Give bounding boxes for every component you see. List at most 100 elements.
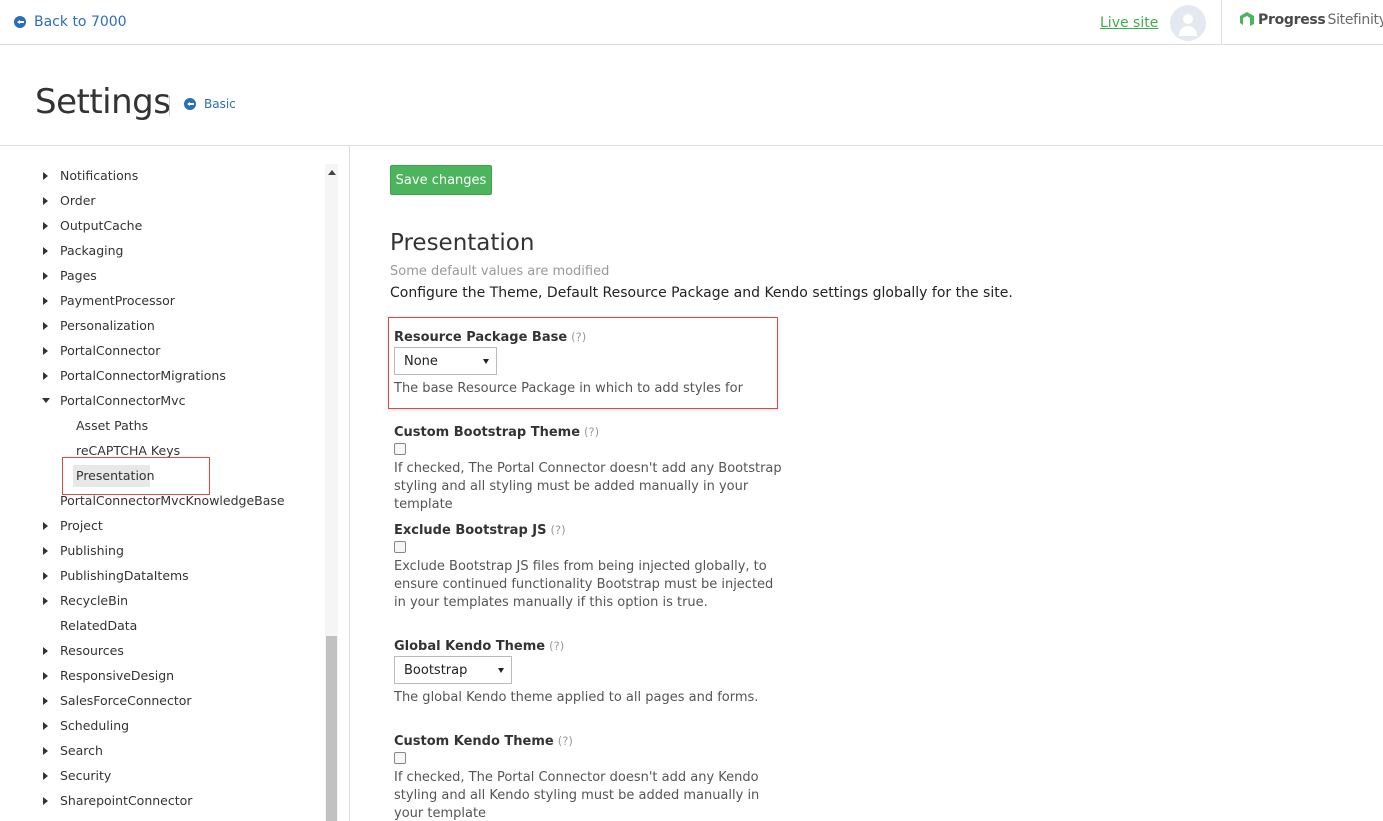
sidebar-tree-item-label: PortalConnectorMvc — [60, 393, 186, 408]
help-link[interactable]: (?) — [550, 523, 565, 537]
caret-right-icon[interactable] — [43, 196, 48, 205]
sidebar-tree-item[interactable]: Packaging — [0, 238, 320, 263]
user-avatar[interactable] — [1170, 5, 1206, 41]
caret-right-icon[interactable] — [43, 221, 48, 230]
sidebar-tree-item-label: Search — [60, 743, 103, 758]
back-link-label: Back to 7000 — [34, 14, 127, 30]
section-title: Presentation — [390, 230, 535, 256]
caret-right-icon[interactable] — [43, 371, 48, 380]
sidebar-tree-item-label: OutputCache — [60, 218, 143, 233]
help-link[interactable]: (?) — [584, 425, 599, 439]
field-label-text: Resource Package Base — [394, 330, 568, 345]
sidebar-tree-item[interactable]: RecycleBin — [0, 588, 320, 613]
back-link[interactable]: Back to 7000 — [14, 14, 127, 30]
sidebar-tree-item[interactable]: Notifications — [0, 163, 320, 188]
sidebar-tree-item[interactable]: PortalConnectorMigrations — [0, 363, 320, 388]
custom-kendo-theme-checkbox[interactable] — [394, 752, 406, 764]
custom-bootstrap-label: Custom Bootstrap Theme (?) — [394, 425, 599, 440]
sidebar-tree-item[interactable]: Scheduling — [0, 713, 320, 738]
sidebar-tree-item[interactable]: Project — [0, 513, 320, 538]
sidebar-tree-item[interactable]: PortalConnector — [0, 338, 320, 363]
user-icon-head — [1183, 14, 1193, 24]
caret-right-icon[interactable] — [43, 596, 48, 605]
resource-package-label: Resource Package Base (?) — [394, 330, 586, 345]
sidebar-tree-item-label: PortalConnector — [60, 343, 161, 358]
sidebar-tree-item[interactable]: Publishing — [0, 538, 320, 563]
sidebar-tree-item-label: Packaging — [60, 243, 124, 258]
settings-tree-sidebar: SharepointConnector Security Search Schedul… — [0, 146, 350, 821]
sidebar-tree-item[interactable]: Pages — [0, 263, 320, 288]
sidebar-tree-item[interactable]: Order — [0, 188, 320, 213]
sidebar-tree-item-label: RecycleBin — [60, 593, 129, 608]
sidebar-tree-item[interactable]: Resources — [0, 638, 320, 663]
sidebar-tree-item-label: PortalConnectorMigrations — [60, 368, 226, 383]
sidebar-tree-item[interactable]: Security — [0, 763, 320, 788]
caret-right-icon[interactable] — [43, 796, 48, 805]
save-changes-button[interactable]: Save changes — [390, 165, 492, 195]
sidebar-tree-item-label: reCAPTCHA Keys — [76, 443, 181, 458]
chevron-down-icon — [498, 668, 504, 673]
sidebar-tree-item-label: PortalConnectorMvcKnowledgeBase — [60, 493, 285, 508]
resource-package-select[interactable]: None — [394, 347, 497, 375]
caret-right-icon[interactable] — [43, 321, 48, 330]
sidebar-tree-item-label: Security — [60, 768, 112, 783]
sidebar-tree-item-label: RelatedData — [60, 618, 138, 633]
exclude-bootstrap-js-label: Exclude Bootstrap JS (?) — [394, 523, 566, 538]
caret-right-icon[interactable] — [43, 171, 48, 180]
caret-right-icon[interactable] — [43, 696, 48, 705]
sidebar-tree-item[interactable]: PublishingDataItems — [0, 563, 320, 588]
sidebar-tree-item-label: Publishing — [60, 543, 124, 558]
logo-sitefinity-text: Sitefinity — [1327, 12, 1383, 28]
scroll-up-arrow-icon[interactable] — [328, 170, 336, 175]
caret-right-icon[interactable] — [43, 246, 48, 255]
user-icon-body — [1179, 26, 1197, 36]
caret-right-icon[interactable] — [43, 346, 48, 355]
sidebar-tree-item-label: Asset Paths — [76, 418, 149, 433]
help-link[interactable]: (?) — [549, 639, 564, 653]
sidebar-tree-item[interactable]: OutputCache — [0, 213, 320, 238]
custom-bootstrap-checkbox[interactable] — [394, 443, 406, 455]
live-site-link[interactable]: Live site — [1100, 15, 1158, 31]
sidebar-tree-item-label: PublishingDataItems — [60, 568, 189, 583]
sidebar-tree-item[interactable]: SharepointConnector — [0, 788, 320, 813]
sidebar-tree-item-label: SalesForceConnector — [60, 693, 192, 708]
annotation-highlight-box — [62, 457, 210, 495]
sidebar-tree-item[interactable]: PortalConnectorMvc — [0, 388, 320, 413]
sidebar-tree-item[interactable]: ResponsiveDesign — [0, 663, 320, 688]
sidebar-tree-item-label: Scheduling — [60, 718, 130, 733]
resource-package-help: The base Resource Package in which to ad… — [394, 381, 743, 396]
caret-right-icon[interactable] — [43, 671, 48, 680]
sidebar-tree-item[interactable]: Asset Paths — [0, 413, 320, 438]
sidebar-tree-item[interactable]: SalesForceConnector — [0, 688, 320, 713]
modified-note: Some default values are modified — [390, 264, 610, 279]
top-bar: Back to 7000 Live site Progress Sitefini… — [0, 0, 1383, 45]
help-link[interactable]: (?) — [571, 330, 586, 344]
basic-settings-link[interactable]: Basic — [184, 97, 236, 111]
caret-right-icon[interactable] — [43, 571, 48, 580]
field-label-text: Exclude Bootstrap JS — [394, 523, 547, 538]
caret-right-icon[interactable] — [43, 521, 48, 530]
back-arrow-icon — [14, 16, 26, 28]
help-link[interactable]: (?) — [558, 734, 573, 748]
topbar-divider — [1221, 0, 1222, 44]
caret-right-icon[interactable] — [43, 271, 48, 280]
sidebar-tree-item[interactable]: PaymentProcessor — [0, 288, 320, 313]
custom-kendo-theme-label: Custom Kendo Theme (?) — [394, 734, 573, 749]
caret-right-icon[interactable] — [43, 546, 48, 555]
sidebar-tree-item[interactable]: RelatedData — [0, 613, 320, 638]
sidebar-tree-item-label: Resources — [60, 643, 124, 658]
caret-right-icon[interactable] — [43, 746, 48, 755]
section-description: Configure the Theme, Default Resource Pa… — [390, 285, 1013, 301]
caret-right-icon[interactable] — [43, 296, 48, 305]
sidebar-tree-item-label: Personalization — [60, 318, 155, 333]
caret-down-icon[interactable] — [42, 398, 50, 403]
select-value: None — [404, 353, 438, 369]
scrollbar-thumb[interactable] — [326, 636, 337, 821]
caret-right-icon[interactable] — [43, 771, 48, 780]
sidebar-tree-item[interactable]: Search — [0, 738, 320, 763]
caret-right-icon[interactable] — [43, 721, 48, 730]
sidebar-tree-item[interactable]: Personalization — [0, 313, 320, 338]
global-kendo-theme-select[interactable]: Bootstrap — [394, 656, 512, 684]
exclude-bootstrap-js-checkbox[interactable] — [394, 541, 406, 553]
caret-right-icon[interactable] — [43, 646, 48, 655]
